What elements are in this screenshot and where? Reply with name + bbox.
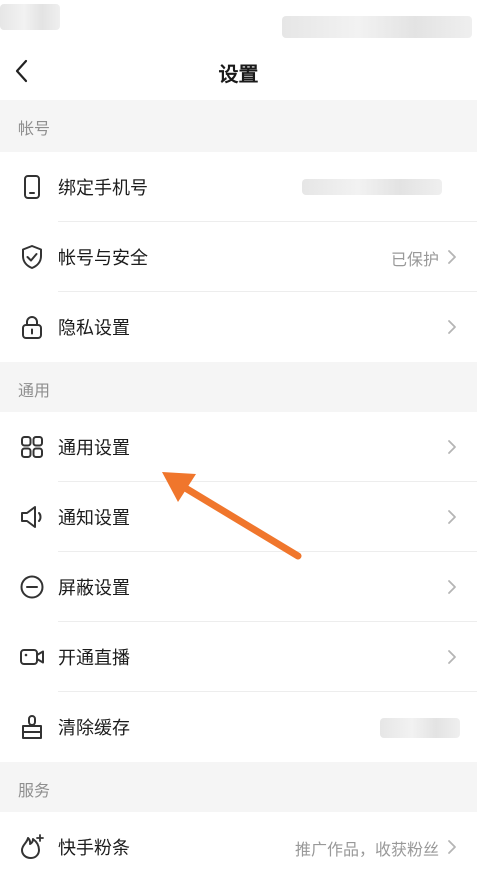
section-title: 服务 <box>18 781 51 800</box>
row-label: 开通直播 <box>58 648 130 669</box>
shield-icon <box>22 245 42 269</box>
section-header-general: 通用 <box>0 362 477 414</box>
flame-plus-icon <box>21 834 44 859</box>
row-value: 已保护 <box>390 250 439 269</box>
row-label: 隐私设置 <box>58 318 130 339</box>
row-label: 屏蔽设置 <box>58 578 130 599</box>
chevron-right-icon <box>448 510 456 524</box>
row-label: 清除缓存 <box>58 718 130 739</box>
grid-icon <box>21 436 43 458</box>
settings-row-privacy[interactable]: 隐私设置 <box>0 292 477 362</box>
section-header-account: 帐号 <box>0 100 477 152</box>
settings-row-account-security[interactable]: 帐号与安全 已保护 <box>0 222 477 292</box>
chevron-right-icon <box>448 250 456 264</box>
row-label: 绑定手机号 <box>58 178 148 199</box>
settings-row-clear-cache[interactable]: 清除缓存 <box>0 692 477 762</box>
chevron-right-icon <box>448 440 456 454</box>
brush-icon <box>22 715 42 739</box>
chevron-right-icon <box>448 580 456 594</box>
settings-row-live[interactable]: 开通直播 <box>0 622 477 692</box>
page-title: 设置 <box>218 62 259 86</box>
chevron-right-icon <box>448 840 456 854</box>
section-header-services: 服务 <box>0 762 477 814</box>
row-label: 帐号与安全 <box>58 248 148 269</box>
row-label: 通用设置 <box>58 438 130 459</box>
chevron-right-icon <box>448 320 456 334</box>
status-bar-right-blur <box>282 16 472 38</box>
status-bar <box>0 0 477 44</box>
settings-row-promote[interactable]: 快手粉条 推广作品，收获粉丝 <box>0 812 477 882</box>
row-label: 通知设置 <box>58 508 130 529</box>
cache-size-redacted <box>380 718 460 738</box>
status-bar-left-blur <box>0 4 60 30</box>
nav-bar: 设置 <box>0 44 477 100</box>
video-icon <box>20 649 44 665</box>
row-label: 快手粉条 <box>58 838 130 859</box>
phone-icon <box>24 175 40 199</box>
block-icon <box>20 575 44 599</box>
annotation-arrow-icon <box>162 472 302 560</box>
settings-row-bind-phone[interactable]: 绑定手机号 <box>0 152 477 222</box>
phone-number-redacted <box>302 179 442 195</box>
lock-icon <box>22 316 42 339</box>
section-title: 帐号 <box>18 119 51 138</box>
row-value: 推广作品，收获粉丝 <box>294 840 439 859</box>
chevron-right-icon <box>448 650 456 664</box>
speaker-icon <box>21 506 42 528</box>
section-title: 通用 <box>18 381 51 400</box>
